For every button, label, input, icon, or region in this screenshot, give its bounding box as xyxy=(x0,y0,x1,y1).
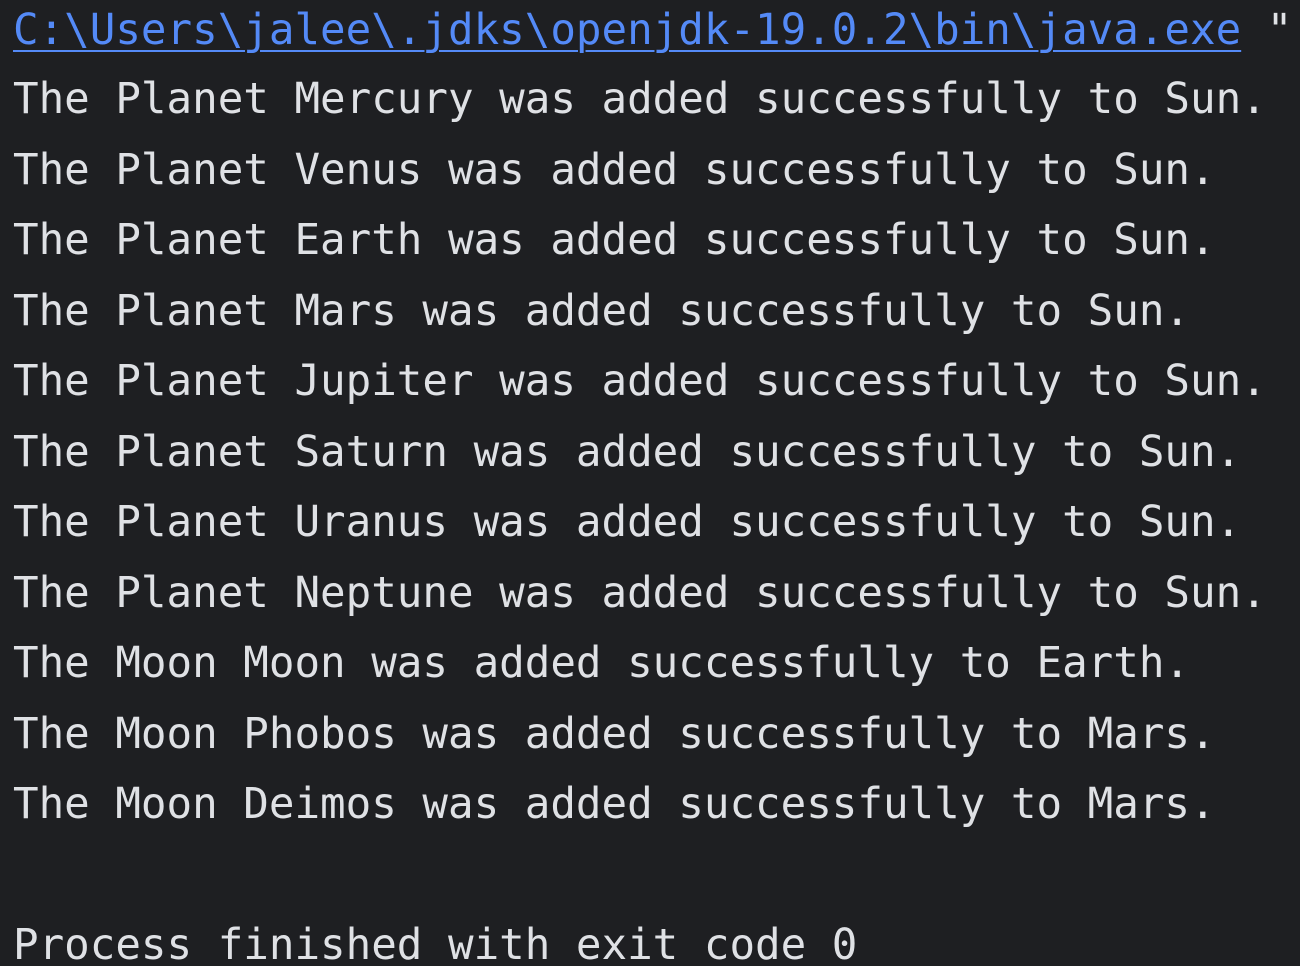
output-line: The Planet Mars was added successfully t… xyxy=(13,287,1191,336)
command-arguments: " xyxy=(1241,6,1293,55)
output-line: The Planet Saturn was added successfully… xyxy=(13,428,1242,477)
output-line: The Planet Earth was added successfully … xyxy=(13,216,1216,265)
output-line: The Planet Venus was added successfully … xyxy=(13,146,1216,195)
java-executable-path-link[interactable]: C:\Users\jalee\.jdks\openjdk-19.0.2\bin\… xyxy=(13,6,1241,55)
output-line: The Moon Deimos was added successfully t… xyxy=(13,780,1216,829)
run-console-output: C:\Users\jalee\.jdks\openjdk-19.0.2\bin\… xyxy=(0,0,1300,966)
command-line: C:\Users\jalee\.jdks\openjdk-19.0.2\bin\… xyxy=(13,5,1292,65)
output-line: The Planet Mercury was added successfull… xyxy=(13,75,1267,124)
output-line: The Planet Neptune was added successfull… xyxy=(13,569,1267,618)
process-exit-message: Process finished with exit code 0 xyxy=(13,921,858,966)
output-line: The Planet Jupiter was added successfull… xyxy=(13,357,1267,406)
output-line: The Moon Moon was added successfully to … xyxy=(13,639,1191,688)
output-line: The Planet Uranus was added successfully… xyxy=(13,498,1242,547)
output-line: The Moon Phobos was added successfully t… xyxy=(13,710,1216,759)
